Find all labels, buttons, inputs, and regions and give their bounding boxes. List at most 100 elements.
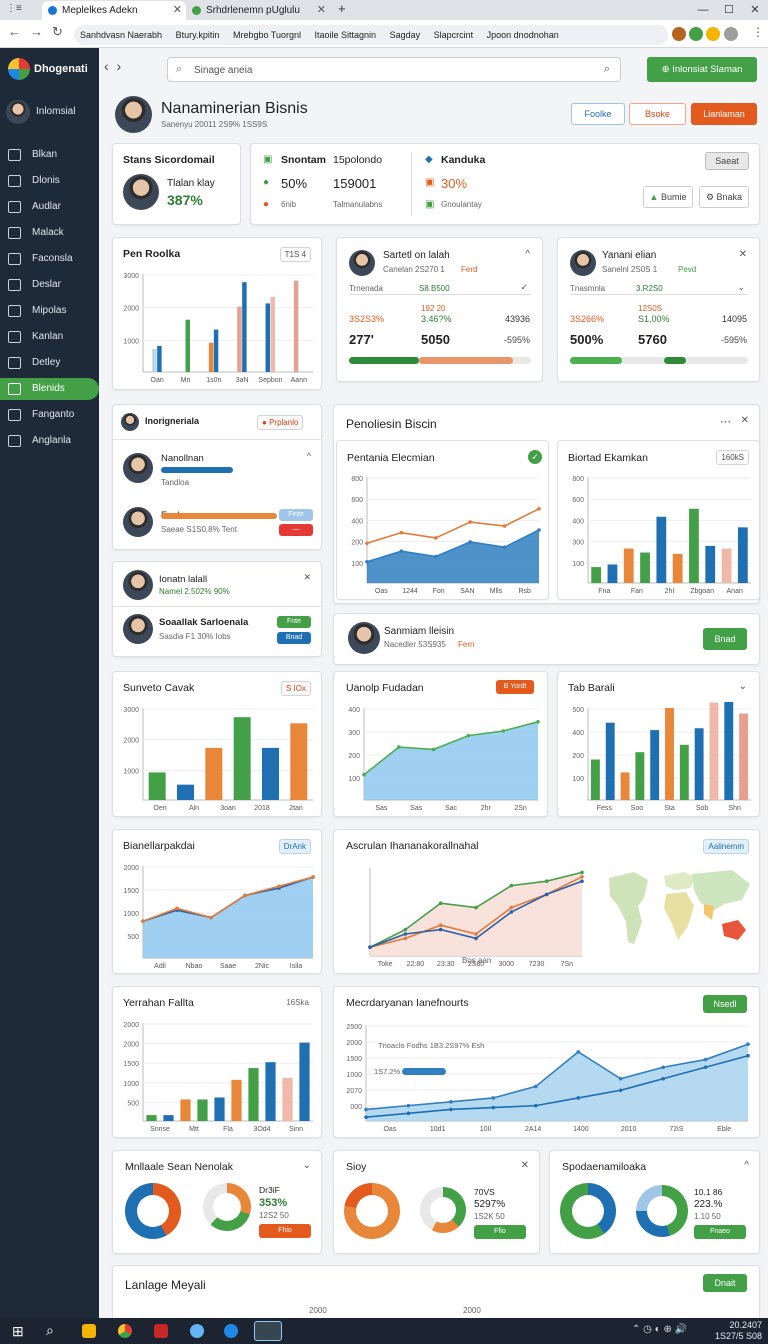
- tab-search-icon[interactable]: ⋮≡: [6, 3, 22, 14]
- bookmark-item[interactable]: Sagday: [390, 30, 421, 40]
- app-icon[interactable]: [190, 1324, 204, 1338]
- bookmark-item[interactable]: Sanhdvasn Naerabh: [80, 30, 162, 40]
- sidebar-item[interactable]: Deslar: [0, 274, 99, 296]
- forward-icon[interactable]: →: [30, 24, 43, 39]
- chart-chip[interactable]: T1S 4: [279, 247, 311, 262]
- chart-chip[interactable]: DrAnk: [278, 839, 311, 854]
- reload-icon[interactable]: ↻: [52, 24, 63, 40]
- sidebar-item[interactable]: Blkan: [0, 144, 99, 166]
- stat-dot-icon: ▣: [425, 177, 435, 188]
- chevron-up-icon[interactable]: ^: [307, 451, 311, 461]
- x-tick-label: Mlls: [490, 588, 503, 595]
- summary-button-b[interactable]: ⚙ Bnaka: [699, 186, 749, 208]
- search-submit-icon[interactable]: ⌕: [604, 63, 610, 76]
- person-button[interactable]: Bnad: [277, 632, 311, 644]
- profile-avatar[interactable]: [672, 27, 686, 41]
- sidebar-item-label: Faconsla: [32, 253, 73, 264]
- taskbar-search-icon[interactable]: ⌕: [46, 1322, 54, 1339]
- bookmark-item[interactable]: Itaoile Sittagnin: [315, 30, 377, 40]
- donut-button[interactable]: Fnaeo: [694, 1225, 746, 1239]
- chart-chip[interactable]: B Yordt: [496, 680, 534, 694]
- maximize-icon[interactable]: ☐: [716, 0, 742, 20]
- sidebar-item[interactable]: Faconsla: [0, 248, 99, 270]
- header-button-1[interactable]: Foolke: [571, 103, 625, 125]
- browser-tab[interactable]: Srhdrlenemn pUglulu ✕: [186, 1, 330, 20]
- sidebar-item[interactable]: Malack: [0, 222, 99, 244]
- close-icon[interactable]: ✕: [741, 415, 749, 426]
- tab-label: Meplelkes Adekn: [62, 5, 138, 16]
- close-tab-icon[interactable]: ✕: [173, 1, 182, 20]
- donut-button[interactable]: Fhio: [259, 1224, 311, 1238]
- user-avatar[interactable]: [6, 100, 30, 124]
- next-page-icon[interactable]: ›: [116, 58, 121, 74]
- browser-menu-icon[interactable]: ⋮: [752, 25, 764, 39]
- sidebar-item[interactable]: Fanganto: [0, 404, 99, 426]
- extension-icon[interactable]: [706, 27, 720, 41]
- sidebar-item[interactable]: Detley: [0, 352, 99, 374]
- summary-button-a[interactable]: ▲ Bumie: [643, 186, 693, 208]
- minus-icon: —: [292, 526, 300, 533]
- chevron-down-icon[interactable]: ⌄: [737, 282, 745, 293]
- y-tick-label: 2000: [123, 1022, 139, 1029]
- back-icon[interactable]: ←: [8, 24, 21, 39]
- chevron-up-icon[interactable]: ^: [744, 1160, 749, 1171]
- chevron-up-icon[interactable]: ^: [525, 249, 530, 260]
- chart-chip[interactable]: 16Ska: [286, 998, 309, 1007]
- file-explorer-icon[interactable]: [82, 1324, 96, 1338]
- sidebar-item[interactable]: Kanlan: [0, 326, 99, 348]
- close-icon[interactable]: ✕: [521, 1160, 529, 1171]
- sidebar-item[interactable]: Dlonis: [0, 170, 99, 192]
- search-input[interactable]: Sinage aneia: [194, 65, 252, 76]
- donut-button[interactable]: Ffio: [474, 1225, 526, 1239]
- sidebar-item[interactable]: Mipolas: [0, 300, 99, 322]
- chart-chip[interactable]: 160kS: [716, 450, 749, 465]
- close-tab-icon[interactable]: ✕: [317, 1, 326, 20]
- chart-button[interactable]: Nsedl: [703, 995, 747, 1013]
- person-button[interactable]: Fnte: [277, 616, 311, 628]
- chevron-down-icon[interactable]: ⌄: [739, 681, 747, 692]
- sidebar-item[interactable]: Audlar: [0, 196, 99, 218]
- app-icon[interactable]: [224, 1324, 238, 1338]
- browser-icon[interactable]: [118, 1324, 132, 1338]
- close-icon[interactable]: ✕: [303, 572, 311, 583]
- close-icon[interactable]: ✕: [739, 249, 747, 260]
- extension-icon[interactable]: [689, 27, 703, 41]
- person-button[interactable]: Finte: [279, 509, 313, 521]
- chart-chip[interactable]: Aalinemm: [703, 839, 749, 854]
- app-icon[interactable]: [154, 1324, 168, 1338]
- person-subtitle: Nacedler 53S935: [384, 640, 446, 649]
- header-button-2[interactable]: Bsoke: [629, 103, 686, 125]
- chevron-down-icon[interactable]: ⌄: [303, 1160, 311, 1171]
- header-button-3[interactable]: Lianlaman: [691, 103, 757, 125]
- person-tag: Fern: [458, 640, 475, 649]
- windows-start-icon[interactable]: ⊞: [12, 1323, 24, 1340]
- chart-title: Pen Roolka: [123, 248, 181, 260]
- browser-tab[interactable]: Meplelkes Adekn ✕: [42, 1, 186, 20]
- bottom-button[interactable]: Dnait: [703, 1274, 747, 1292]
- bookmark-item[interactable]: Slapcrcint: [434, 30, 474, 40]
- more-icon[interactable]: ⋯: [720, 415, 731, 428]
- bookmark-item[interactable]: Btury.kpitin: [176, 30, 220, 40]
- summary-chip[interactable]: Saeat: [705, 152, 749, 170]
- chart-chip[interactable]: S IOx: [280, 681, 311, 696]
- search-box[interactable]: ⌕ Sinage aneia ⌕: [167, 57, 621, 82]
- new-tab-icon[interactable]: +: [338, 1, 346, 16]
- extension-icon[interactable]: [724, 27, 738, 41]
- data-point: [431, 747, 436, 752]
- window-close-icon[interactable]: ✕: [742, 0, 768, 20]
- sidebar-item[interactable]: Anglanla: [0, 430, 99, 452]
- section-title: Penoliesin Biscin: [346, 417, 437, 431]
- minimize-icon[interactable]: —: [690, 0, 716, 20]
- data-point: [364, 1107, 368, 1112]
- tray-icons[interactable]: ⌃ ◷ ◐ ⊕ 🔊: [632, 1324, 687, 1335]
- sidebar-item-label: Deslar: [32, 279, 61, 290]
- data-point: [474, 936, 478, 941]
- person-button[interactable]: —: [279, 524, 313, 536]
- bookmark-item[interactable]: Jpoon dnodnohan: [487, 30, 559, 40]
- bookmark-item[interactable]: Mrebgbo Tuorgnl: [233, 30, 301, 40]
- primary-action-button[interactable]: ⊕ Inlonsiat Slaman: [647, 57, 757, 82]
- person-button[interactable]: Bnad: [703, 628, 747, 650]
- sidebar-item[interactable]: Blenids: [0, 378, 99, 400]
- prev-page-icon[interactable]: ‹: [104, 58, 109, 74]
- active-app-icon[interactable]: [254, 1321, 282, 1341]
